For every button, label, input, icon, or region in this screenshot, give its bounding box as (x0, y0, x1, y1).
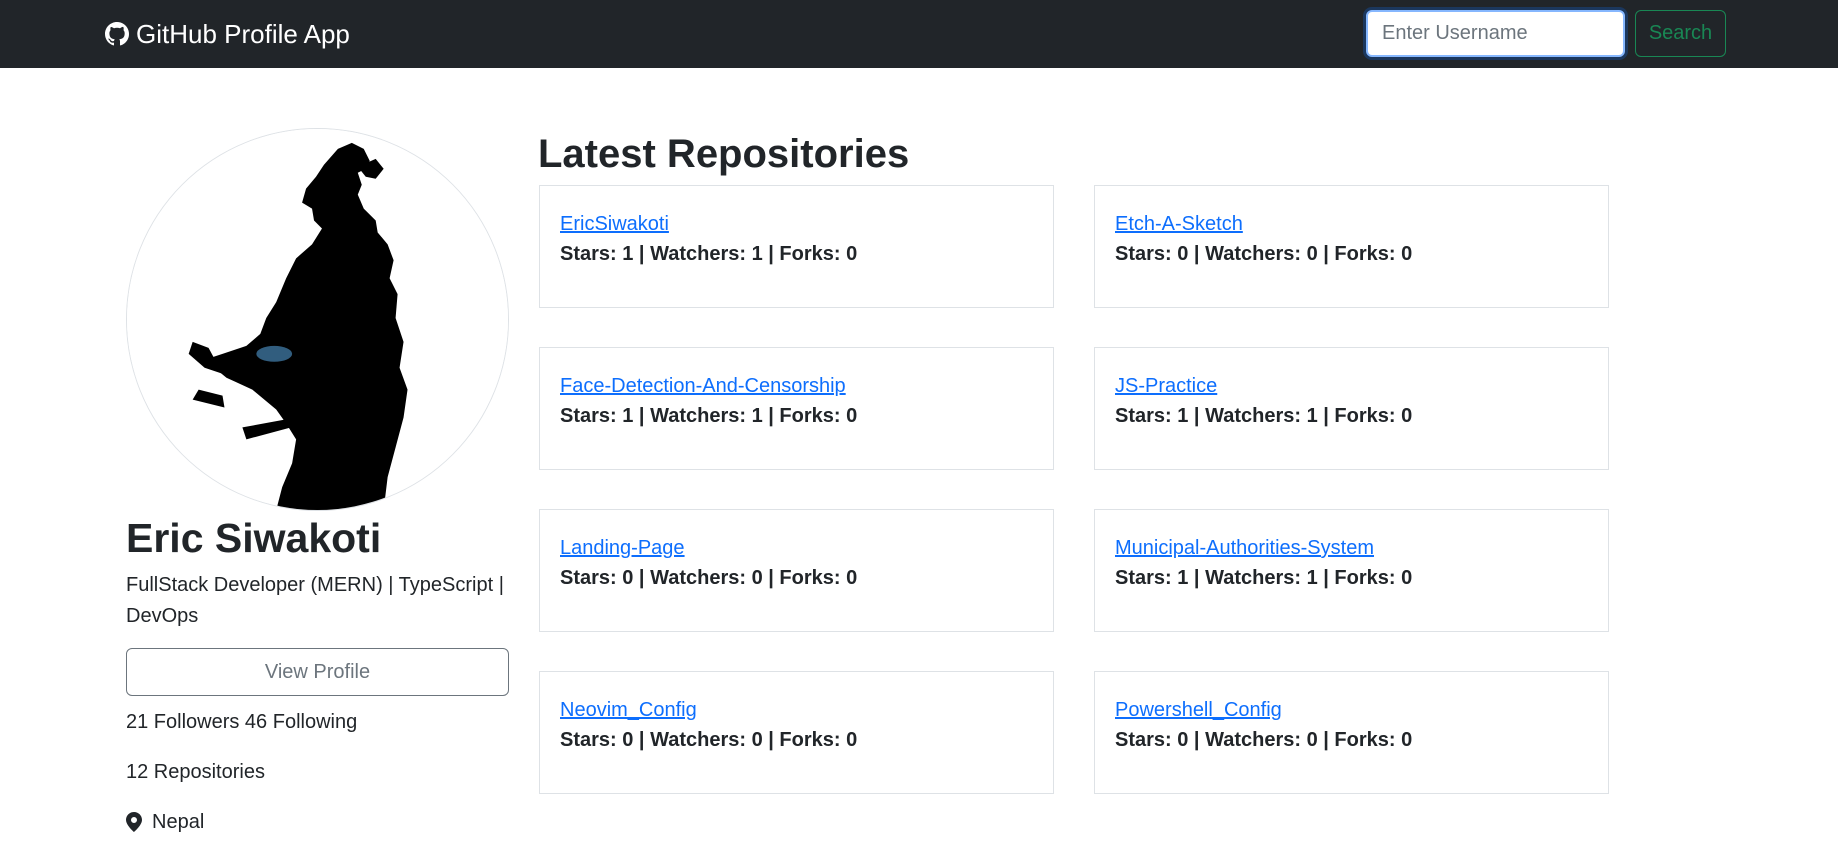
repo-link[interactable]: Etch-A-Sketch (1115, 210, 1243, 238)
repo-link[interactable]: Landing-Page (560, 534, 685, 562)
section-title: Latest Repositories (538, 132, 910, 176)
repo-card: Municipal-Authorities-System Stars: 1 | … (1094, 509, 1609, 632)
repository-count: 12 Repositories (126, 761, 265, 783)
repo-card: Etch-A-Sketch Stars: 0 | Watchers: 0 | F… (1094, 185, 1609, 308)
repo-card: JS-Practice Stars: 1 | Watchers: 1 | For… (1094, 347, 1609, 470)
brand-link[interactable]: GitHub Profile App (105, 14, 350, 54)
repo-link[interactable]: EricSiwakoti (560, 210, 669, 238)
map-pin-icon (126, 812, 142, 832)
search-button[interactable]: Search (1635, 10, 1726, 57)
repo-card: EricSiwakoti Stars: 1 | Watchers: 1 | Fo… (539, 185, 1054, 308)
repo-link[interactable]: Municipal-Authorities-System (1115, 534, 1374, 562)
repo-card: Powershell_Config Stars: 0 | Watchers: 0… (1094, 671, 1609, 794)
repo-link[interactable]: Face-Detection-And-Censorship (560, 372, 846, 400)
view-profile-button[interactable]: View Profile (126, 648, 509, 696)
repo-link[interactable]: Powershell_Config (1115, 696, 1282, 724)
repo-stats: Stars: 0 | Watchers: 0 | Forks: 0 (560, 729, 858, 751)
repo-stats: Stars: 1 | Watchers: 1 | Forks: 0 (1115, 405, 1413, 427)
navbar: GitHub Profile App Search (0, 0, 1838, 68)
repo-link[interactable]: JS-Practice (1115, 372, 1217, 400)
repo-stats: Stars: 1 | Watchers: 1 | Forks: 0 (1115, 567, 1413, 589)
repo-stats: Stars: 0 | Watchers: 0 | Forks: 0 (1115, 729, 1413, 751)
followers-following: 21 Followers 46 Following (126, 711, 358, 733)
repo-card: Landing-Page Stars: 0 | Watchers: 0 | Fo… (539, 509, 1054, 632)
brand-label: GitHub Profile App (136, 18, 350, 49)
location-label: Nepal (152, 811, 205, 833)
location: Nepal (126, 807, 204, 837)
github-icon (105, 22, 129, 46)
repo-stats: Stars: 1 | Watchers: 1 | Forks: 0 (560, 405, 858, 427)
profile-bio: FullStack Developer (MERN) | TypeScript … (126, 574, 504, 627)
repo-card: Neovim_Config Stars: 0 | Watchers: 0 | F… (539, 671, 1054, 794)
profile-name: Eric Siwakoti (126, 515, 382, 561)
avatar (126, 128, 509, 511)
repo-stats: Stars: 0 | Watchers: 0 | Forks: 0 (560, 567, 858, 589)
repo-stats: Stars: 1 | Watchers: 1 | Forks: 0 (560, 243, 858, 265)
repo-stats: Stars: 0 | Watchers: 0 | Forks: 0 (1115, 243, 1413, 265)
repo-link[interactable]: Neovim_Config (560, 696, 697, 724)
search-input[interactable] (1366, 10, 1625, 57)
repo-card: Face-Detection-And-Censorship Stars: 1 |… (539, 347, 1054, 470)
